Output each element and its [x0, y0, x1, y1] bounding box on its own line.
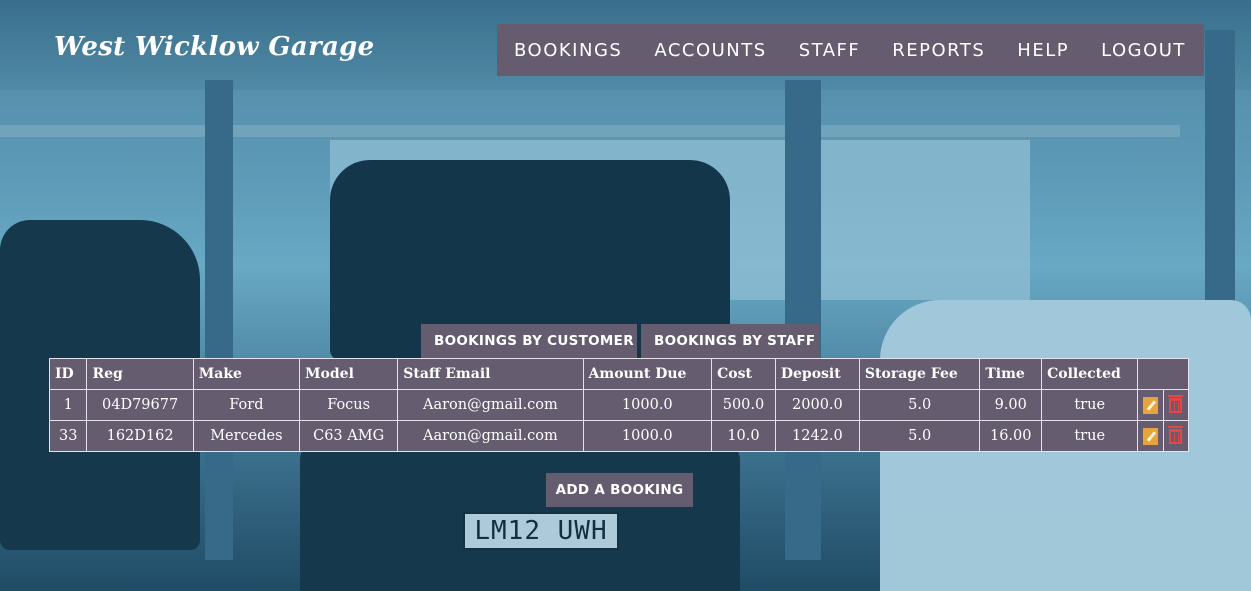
nav-reports[interactable]: REPORTS [892, 40, 985, 61]
brand-logo[interactable]: West Wicklow Garage [54, 32, 374, 62]
col-storage-fee: Storage Fee [858, 358, 981, 390]
cell-make: Mercedes [192, 420, 301, 452]
cell-amount-due: 1000.0 [582, 420, 713, 452]
cell-collected: true [1041, 389, 1139, 421]
bookings-by-staff-button[interactable]: BOOKINGS BY STAFF [641, 324, 819, 358]
cell-id: 33 [48, 420, 88, 452]
cell-deposit: 1242.0 [774, 420, 860, 452]
edit-button[interactable] [1137, 420, 1164, 452]
cell-time: 9.00 [979, 389, 1043, 421]
table-row: 33 162D162 Mercedes C63 AMG Aaron@gmail.… [48, 420, 1190, 452]
cell-staff-email: Aaron@gmail.com [397, 420, 584, 452]
pencil-icon[interactable] [1142, 396, 1158, 414]
cell-collected: true [1041, 420, 1139, 452]
col-time: Time [979, 358, 1043, 390]
cell-model: Focus [299, 389, 399, 421]
col-model: Model [299, 358, 399, 390]
nav-help[interactable]: HELP [1017, 40, 1069, 61]
cell-storage-fee: 5.0 [858, 389, 981, 421]
cell-cost: 500.0 [711, 389, 776, 421]
main-nav: BOOKINGS ACCOUNTS STAFF REPORTS HELP LOG… [497, 24, 1204, 76]
col-deposit: Deposit [774, 358, 860, 390]
col-actions [1137, 358, 1189, 390]
delete-button[interactable] [1162, 389, 1190, 421]
table-header-row: ID Reg Make Model Staff Email Amount Due… [48, 358, 1189, 390]
cell-amount-due: 1000.0 [582, 389, 713, 421]
table-row: 1 04D79677 Ford Focus Aaron@gmail.com 10… [48, 389, 1190, 421]
cell-storage-fee: 5.0 [858, 420, 981, 452]
cell-time: 16.00 [979, 420, 1043, 452]
booking-view-tabs: BOOKINGS BY CUSTOMER BOOKINGS BY STAFF [421, 324, 819, 358]
col-cost: Cost [711, 358, 776, 390]
add-booking-button[interactable]: ADD A BOOKING [546, 473, 693, 507]
nav-staff[interactable]: STAFF [799, 40, 861, 61]
cell-make: Ford [192, 389, 301, 421]
col-staff-email: Staff Email [397, 358, 584, 390]
cell-model: C63 AMG [299, 420, 399, 452]
nav-accounts[interactable]: ACCOUNTS [654, 40, 766, 61]
col-collected: Collected [1041, 358, 1139, 390]
bookings-by-customer-button[interactable]: BOOKINGS BY CUSTOMER [421, 324, 637, 358]
nav-logout[interactable]: LOGOUT [1101, 40, 1186, 61]
cell-cost: 10.0 [711, 420, 776, 452]
trash-icon[interactable] [1168, 394, 1184, 413]
nav-bookings[interactable]: BOOKINGS [514, 40, 622, 61]
cell-staff-email: Aaron@gmail.com [397, 389, 584, 421]
cell-reg: 162D162 [86, 420, 194, 452]
delete-button[interactable] [1162, 420, 1190, 452]
col-amount-due: Amount Due [582, 358, 713, 390]
cell-id: 1 [48, 389, 88, 421]
pencil-icon[interactable] [1142, 427, 1158, 445]
trash-icon[interactable] [1168, 425, 1184, 444]
col-id: ID [48, 358, 88, 390]
col-make: Make [192, 358, 301, 390]
cell-reg: 04D79677 [86, 389, 194, 421]
col-reg: Reg [86, 358, 194, 390]
bookings-table: ID Reg Make Model Staff Email Amount Due… [48, 358, 1190, 452]
edit-button[interactable] [1137, 389, 1164, 421]
cell-deposit: 2000.0 [774, 389, 860, 421]
